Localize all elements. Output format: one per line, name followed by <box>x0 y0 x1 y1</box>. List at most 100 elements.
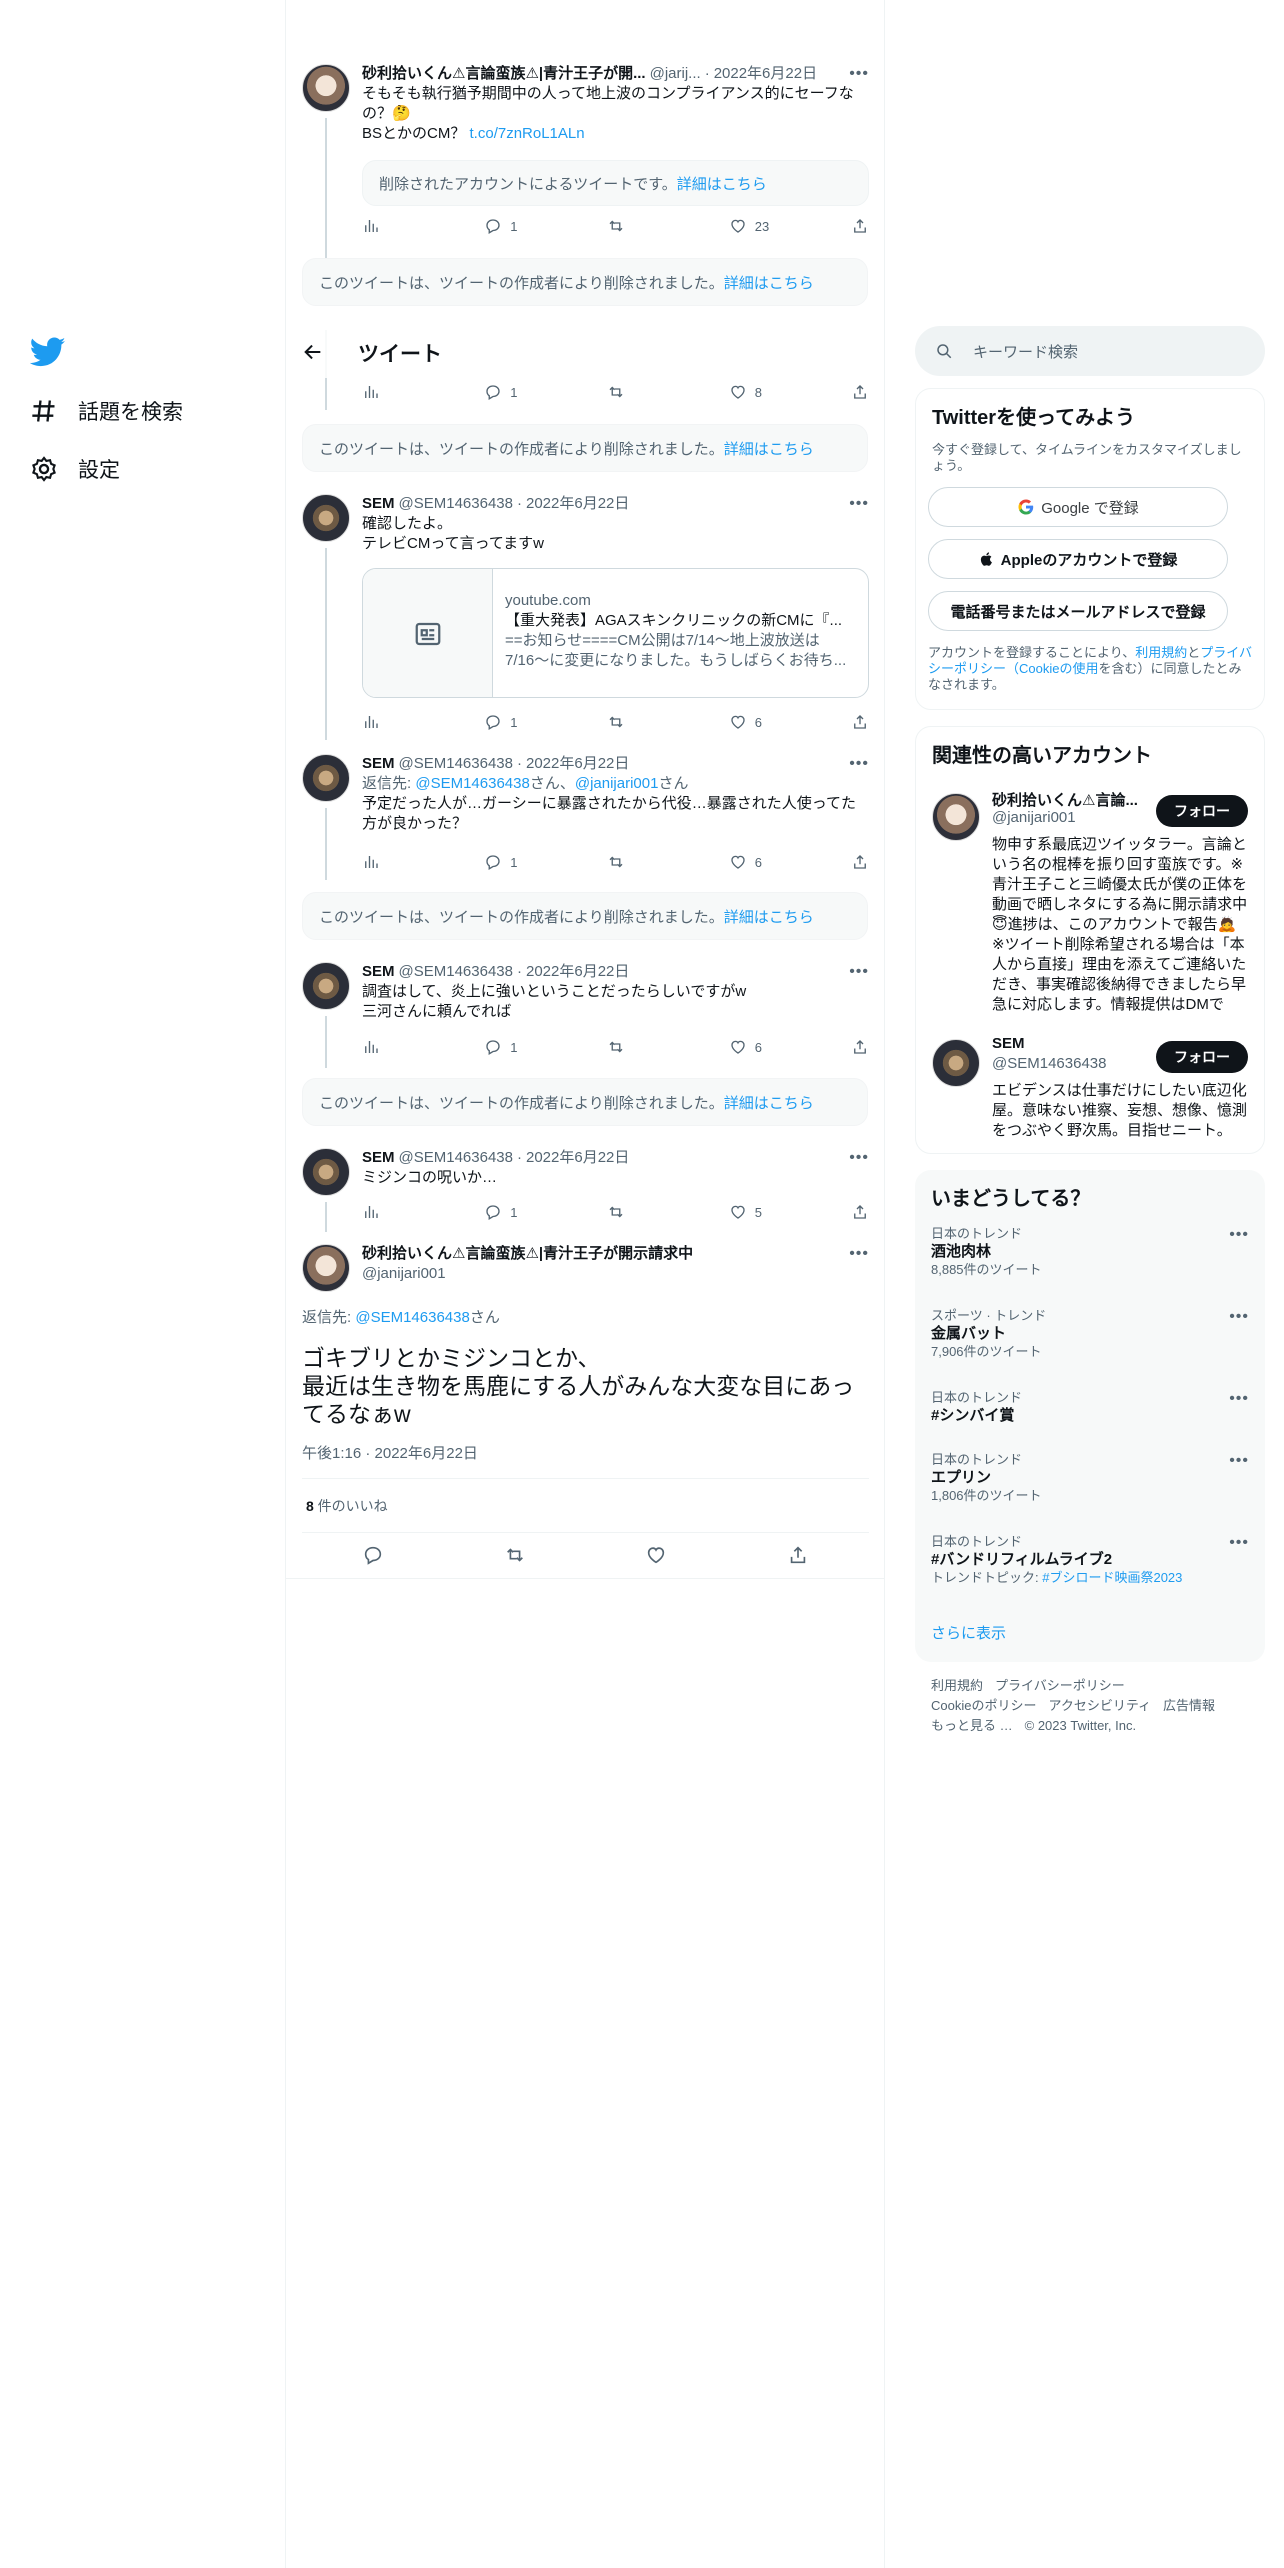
retweet-button[interactable] <box>607 382 687 402</box>
share-button[interactable] <box>851 852 869 872</box>
footer-terms-link[interactable]: 利用規約 <box>931 1678 983 1693</box>
avatar[interactable] <box>302 494 350 542</box>
reply-button[interactable]: 1 <box>484 216 564 236</box>
author-name[interactable]: SEM <box>362 754 395 774</box>
trend-topic-link[interactable]: #ブシロード映画祭2023 <box>1042 1570 1182 1585</box>
tweet-date[interactable]: 2022年6月22日 <box>526 494 629 514</box>
like-button[interactable]: 6 <box>729 712 809 732</box>
follow-button[interactable]: フォロー <box>1156 795 1248 827</box>
share-button[interactable] <box>851 1037 869 1057</box>
tweet-timestamp[interactable]: 午後1:16 · 2022年6月22日 <box>302 1442 478 1463</box>
tweet-date[interactable]: 2022年6月22日 <box>526 754 629 774</box>
tweet-5[interactable]: SEM @SEM14636438 · 2022年6月22日 ••• 調査はして、… <box>286 962 885 1068</box>
views-button[interactable] <box>362 852 442 872</box>
author-handle[interactable]: @SEM14636438 <box>399 494 513 514</box>
share-button[interactable] <box>851 382 869 402</box>
like-button[interactable]: 23 <box>729 216 809 236</box>
learn-more-link[interactable]: 詳細はこちら <box>724 438 814 459</box>
google-signup-button[interactable]: Google で登録 <box>928 487 1228 527</box>
quoted-deleted-tweet[interactable]: 削除されたアカウントによるツイートです。 詳細はこちら <box>362 160 869 206</box>
footer-privacy-link[interactable]: プライバシーポリシー <box>995 1678 1125 1693</box>
reply-to-link[interactable]: @SEM14636438 <box>415 775 529 792</box>
more-icon[interactable]: ••• <box>1229 1226 1249 1244</box>
like-button[interactable]: 8 <box>729 382 809 402</box>
retweet-icon[interactable] <box>504 1544 526 1566</box>
reply-button[interactable]: 1 <box>484 1202 564 1222</box>
more-icon[interactable]: ••• <box>849 754 869 774</box>
author-name[interactable]: SEM <box>362 962 395 982</box>
account-card[interactable]: 砂利拾いくん⚠言論... @janijari001 フォロー 物申す系最底辺ツイ… <box>932 789 1248 1049</box>
avatar[interactable] <box>302 754 350 802</box>
likes-summary[interactable]: 8 件のいいね <box>306 1496 388 1516</box>
avatar[interactable] <box>302 962 350 1010</box>
twitter-logo-icon[interactable] <box>30 334 66 370</box>
back-arrow-icon[interactable] <box>302 341 324 363</box>
more-icon[interactable]: ••• <box>1229 1534 1249 1552</box>
tweet-3[interactable]: SEM @SEM14636438 · 2022年6月22日 ••• 確認したよ。… <box>286 494 885 740</box>
trend-item[interactable]: スポーツ · トレンド 金属バット 7,906件のツイート ••• <box>931 1308 1249 1360</box>
avatar[interactable] <box>932 1039 980 1087</box>
more-icon[interactable]: ••• <box>1229 1390 1249 1408</box>
footer-accessibility-link[interactable]: アクセシビリティ <box>1048 1698 1151 1713</box>
more-icon[interactable]: ••• <box>849 1244 869 1264</box>
tweet-4[interactable]: SEM @SEM14636438 · 2022年6月22日 ••• 返信先: @… <box>286 754 885 880</box>
reply-button[interactable]: 1 <box>484 712 564 732</box>
deleted-tweet-notice[interactable]: このツイートは、ツイートの作成者により削除されました。 詳細はこちら <box>302 258 868 306</box>
tweet-6[interactable]: SEM @SEM14636438 · 2022年6月22日 ••• ミジンコの呪… <box>286 1148 885 1232</box>
reply-icon[interactable] <box>362 1544 384 1566</box>
tweet-date[interactable]: 2022年6月22日 <box>714 64 817 84</box>
reply-button[interactable]: 1 <box>484 852 564 872</box>
share-button[interactable] <box>851 216 869 236</box>
like-button[interactable]: 6 <box>729 1037 809 1057</box>
tweet-date[interactable]: 2022年6月22日 <box>526 962 629 982</box>
nav-settings[interactable]: 設定 <box>30 454 120 484</box>
footer-more-link[interactable]: もっと見る … <box>931 1718 1013 1733</box>
more-icon[interactable]: ••• <box>849 494 869 514</box>
trend-item[interactable]: 日本のトレンド #バンドリフィルムライブ2 トレンドトピック: #ブシロード映画… <box>931 1534 1249 1586</box>
share-button[interactable] <box>851 1202 869 1222</box>
reply-to-link[interactable]: @janijari001 <box>575 775 659 792</box>
retweet-button[interactable] <box>607 712 687 732</box>
views-button[interactable] <box>362 1037 442 1057</box>
author-name[interactable]: 砂利拾いくん⚠言論蛮族⚠|青汁王子が開示請求中 <box>362 1244 693 1264</box>
nav-explore[interactable]: 話題を検索 <box>30 396 183 426</box>
more-icon[interactable]: ••• <box>849 1148 869 1168</box>
more-icon[interactable]: ••• <box>1229 1308 1249 1326</box>
author-handle[interactable]: @SEM14636438 <box>399 962 513 982</box>
apple-signup-button[interactable]: Appleのアカウントで登録 <box>928 539 1228 579</box>
trend-item[interactable]: 日本のトレンド エプリン 1,806件のツイート ••• <box>931 1452 1249 1504</box>
author-handle[interactable]: @SEM14636438 <box>399 1148 513 1168</box>
search-input[interactable]: キーワード検索 <box>915 326 1265 376</box>
retweet-button[interactable] <box>607 1037 687 1057</box>
trend-item[interactable]: 日本のトレンド 酒池肉林 8,885件のツイート ••• <box>931 1226 1249 1278</box>
retweet-button[interactable] <box>607 1202 687 1222</box>
account-card[interactable]: SEM @SEM14636438 フォロー エビデンスは仕事だけにしたい底辺化屋… <box>932 1035 1248 1139</box>
author-handle[interactable]: @SEM14636438 <box>399 754 513 774</box>
footer-ads-link[interactable]: 広告情報 <box>1163 1698 1215 1713</box>
author-handle[interactable]: @jarij... <box>650 64 701 84</box>
author-name[interactable]: SEM <box>362 1148 395 1168</box>
views-button[interactable] <box>362 382 442 402</box>
heart-icon[interactable] <box>645 1544 667 1566</box>
more-icon[interactable]: ••• <box>849 64 869 84</box>
retweet-button[interactable] <box>607 216 687 236</box>
link-card[interactable]: youtube.com 【重大発表】AGAスキンクリニックの新CMに『... =… <box>362 568 869 698</box>
share-button[interactable] <box>851 712 869 732</box>
deleted-tweet-notice[interactable]: このツイートは、ツイートの作成者により削除されました。 詳細はこちら <box>302 424 868 472</box>
trend-item[interactable]: 日本のトレンド #シンバイ賞 ••• <box>931 1390 1249 1426</box>
phone-email-signup-button[interactable]: 電話番号またはメールアドレスで登録 <box>928 591 1228 631</box>
views-button[interactable] <box>362 1202 442 1222</box>
more-icon[interactable]: ••• <box>1229 1452 1249 1470</box>
follow-button[interactable]: フォロー <box>1156 1041 1248 1073</box>
learn-more-link[interactable]: 詳細はこちら <box>724 906 814 927</box>
retweet-button[interactable] <box>607 852 687 872</box>
author-handle[interactable]: @janijari001 <box>362 1264 869 1284</box>
learn-more-link[interactable]: 詳細はこちら <box>724 1092 814 1113</box>
author-name[interactable]: SEM <box>362 494 395 514</box>
reply-button[interactable]: 1 <box>484 1037 564 1057</box>
footer-cookie-link[interactable]: Cookieのポリシー <box>931 1698 1036 1713</box>
learn-more-link[interactable]: 詳細はこちら <box>677 173 767 194</box>
deleted-tweet-notice[interactable]: このツイートは、ツイートの作成者により削除されました。 詳細はこちら <box>302 892 868 940</box>
reply-to-link[interactable]: @SEM14636438 <box>355 1309 469 1326</box>
terms-link[interactable]: 利用規約 <box>1135 645 1187 660</box>
